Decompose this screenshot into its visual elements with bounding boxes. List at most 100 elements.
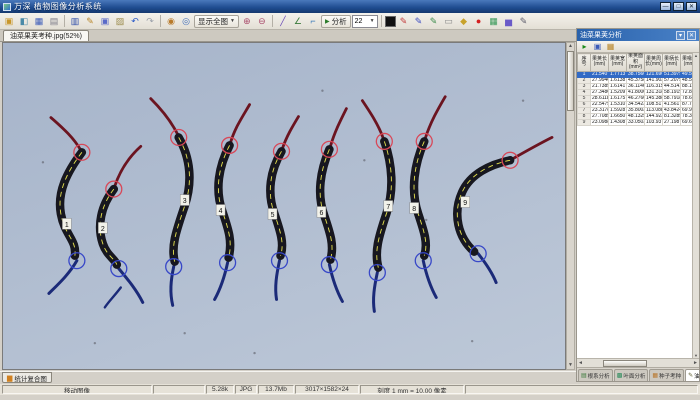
stats-figure-tab[interactable]: ▆ 统计复合图: [2, 372, 52, 383]
open-icon[interactable]: ▣: [2, 14, 16, 28]
table-row[interactable]: 427.34861.520941.8000131.318558.191972.8…: [578, 89, 693, 95]
stop-icon[interactable]: ●: [472, 14, 486, 28]
copy-icon[interactable]: ▣: [98, 14, 112, 28]
column-header[interactable]: 序号: [578, 54, 591, 72]
value-cell: 1.6175: [609, 95, 627, 101]
status-cell: [465, 385, 698, 394]
analyze-button[interactable]: ▶分析: [321, 15, 351, 28]
panel-tab-叶面分析[interactable]: ▩叶面分析: [614, 369, 649, 381]
color-swatch-black[interactable]: [385, 16, 396, 27]
marker-icon[interactable]: ◆: [457, 14, 471, 28]
pod-specimen: 6: [317, 109, 346, 302]
table-row[interactable]: 622.54751.531034.5423108.517741.561787.7…: [578, 101, 693, 107]
column-header[interactable]: 果荚面积(mm²): [627, 54, 645, 72]
pencil-icon[interactable]: ✎: [83, 14, 97, 28]
chart-icon: ▆: [7, 374, 12, 382]
table-row[interactable]: 321.73851.614136.1146116.315944.514188.1…: [578, 83, 693, 89]
undo-icon[interactable]: ↶: [128, 14, 142, 28]
scroll-up-icon[interactable]: ▲: [568, 43, 573, 50]
vertical-scrollbar[interactable]: ▲ ▼: [566, 42, 575, 370]
panel-tab-油菜果荚分析[interactable]: ✎油菜果荚分析: [685, 369, 699, 381]
dust-speck: [253, 352, 255, 354]
close-button[interactable]: ✕: [686, 2, 697, 11]
table-row[interactable]: 923.09881.430833.0503103.937027.198769.6…: [578, 119, 693, 125]
minimize-button[interactable]: —: [660, 2, 671, 11]
value-cell: 34.5423: [627, 101, 645, 107]
value-cell: 88.1081: [681, 83, 693, 89]
panel-close-button[interactable]: ✕: [687, 31, 696, 40]
value-cell: 41.5617: [663, 101, 681, 107]
column-header[interactable]: 果柄长(mm): [663, 54, 681, 72]
hand-icon[interactable]: ◉: [164, 14, 178, 28]
save-icon[interactable]: ▦: [32, 14, 46, 28]
pod-beak-trace: [231, 105, 250, 143]
pod-label: 1: [65, 222, 69, 229]
value-cell: 141.9032: [645, 77, 663, 83]
zoom-in-icon[interactable]: ⊕: [240, 14, 254, 28]
column-header[interactable]: 果喙长(mm): [681, 54, 693, 72]
table-row[interactable]: 723.31781.592835.8003113.088943.842469.9…: [578, 107, 693, 113]
value-cell: 43.8424: [663, 107, 681, 113]
window-title: 万深 植物图像分析系统: [14, 1, 102, 12]
maximize-button[interactable]: □: [673, 2, 684, 11]
table-horizontal-scrollbar[interactable]: ◄ ►: [577, 358, 699, 367]
scroll-up-icon[interactable]: ▲: [694, 53, 698, 58]
print-icon[interactable]: ▤: [47, 14, 61, 28]
image-icon[interactable]: ▦: [487, 14, 501, 28]
value-cell: 57.2075: [663, 77, 681, 83]
pod-specimen: 9: [457, 137, 552, 282]
column-header[interactable]: 果荚宽(mm): [609, 54, 627, 72]
pod-body: [320, 149, 332, 259]
paste-icon[interactable]: ▨: [113, 14, 127, 28]
column-header[interactable]: 果荚周长(mm): [645, 54, 663, 72]
document-tab[interactable]: 油菜果荚考种.jpg(52%): [3, 30, 89, 41]
toolbar-separator: [160, 15, 161, 27]
status-cell: 刻度 1 mm = 10.00 像素: [360, 385, 464, 394]
panel-tab-根系分析[interactable]: ▤根系分析: [578, 369, 613, 381]
toolbar-separator: [272, 15, 273, 27]
pen-blue-icon[interactable]: ✎: [412, 14, 426, 28]
value-cell: 48.5009: [681, 77, 693, 83]
table-row[interactable]: 827.70851.665048.1325144.923781.328578.3…: [578, 113, 693, 119]
value-cell: 21.5407: [591, 71, 609, 77]
table-row[interactable]: 227.99461.613845.3758141.903257.207548.5…: [578, 77, 693, 83]
eraser-icon[interactable]: ▭: [442, 14, 456, 28]
column-header[interactable]: 果荚长(mm): [591, 54, 609, 72]
zoom-icon[interactable]: ◎: [179, 14, 193, 28]
table-row[interactable]: 528.61181.617546.2760145.388558.791878.6…: [578, 95, 693, 101]
chart-icon[interactable]: ▅: [502, 14, 516, 28]
polyline-icon[interactable]: ⌐: [306, 14, 320, 28]
pen-red-icon[interactable]: ✎: [397, 14, 411, 28]
scrollbar-thumb[interactable]: [567, 51, 574, 111]
ruler-icon[interactable]: ╱: [276, 14, 290, 28]
count-dropdown[interactable]: 22▼: [352, 15, 378, 28]
scrollbar-thumb[interactable]: [603, 360, 646, 367]
save-as-icon[interactable]: ▥: [68, 14, 82, 28]
table-vertical-scrollbar[interactable]: ▲ ▼: [692, 53, 699, 358]
table-row[interactable]: 121.54071.771338.7560121.696851.397549.5…: [578, 71, 693, 77]
zoom-out-icon[interactable]: ⊖: [255, 14, 269, 28]
run-analysis-icon[interactable]: ▸: [579, 41, 590, 52]
dust-speck: [425, 219, 427, 221]
annotate-icon[interactable]: ✎: [517, 14, 531, 28]
image-canvas[interactable]: 123456789: [2, 42, 566, 370]
value-cell: 21.7385: [591, 83, 609, 89]
scroll-left-icon[interactable]: ◄: [577, 360, 584, 366]
angle-icon[interactable]: ∠: [291, 14, 305, 28]
copy-data-icon[interactable]: ▣: [592, 41, 603, 52]
camera-icon[interactable]: ◧: [17, 14, 31, 28]
pen-green-icon[interactable]: ✎: [427, 14, 441, 28]
pod-beak-trace: [510, 137, 552, 160]
pod-specimen: 3: [151, 99, 190, 306]
status-cell: 5.28k: [206, 385, 234, 394]
show-full-image-button[interactable]: 显示全图▼: [194, 15, 239, 28]
panel-menu-button[interactable]: ▾: [676, 31, 685, 40]
scroll-down-icon[interactable]: ▼: [568, 362, 573, 369]
export-data-icon[interactable]: ▦: [605, 41, 616, 52]
value-cell: 121.6968: [645, 71, 663, 77]
value-cell: 81.3285: [663, 113, 681, 119]
panel-tab-种子考种[interactable]: ▦种子考种: [649, 369, 684, 381]
scroll-right-icon[interactable]: ►: [692, 360, 699, 366]
pod-body: [414, 141, 426, 255]
redo-icon[interactable]: ↷: [143, 14, 157, 28]
